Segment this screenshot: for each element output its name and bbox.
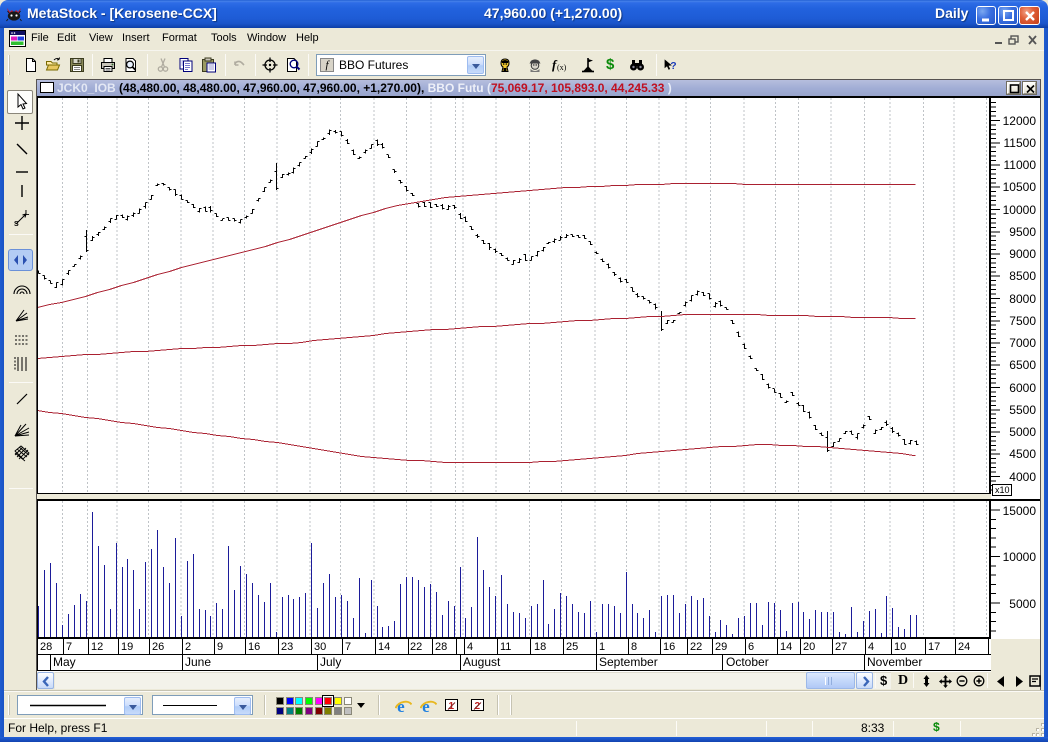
svg-text:S: S <box>14 221 19 227</box>
svg-text:L: L <box>25 210 30 217</box>
svg-text:?: ? <box>670 61 676 72</box>
svg-text:(x): (x) <box>557 63 567 72</box>
